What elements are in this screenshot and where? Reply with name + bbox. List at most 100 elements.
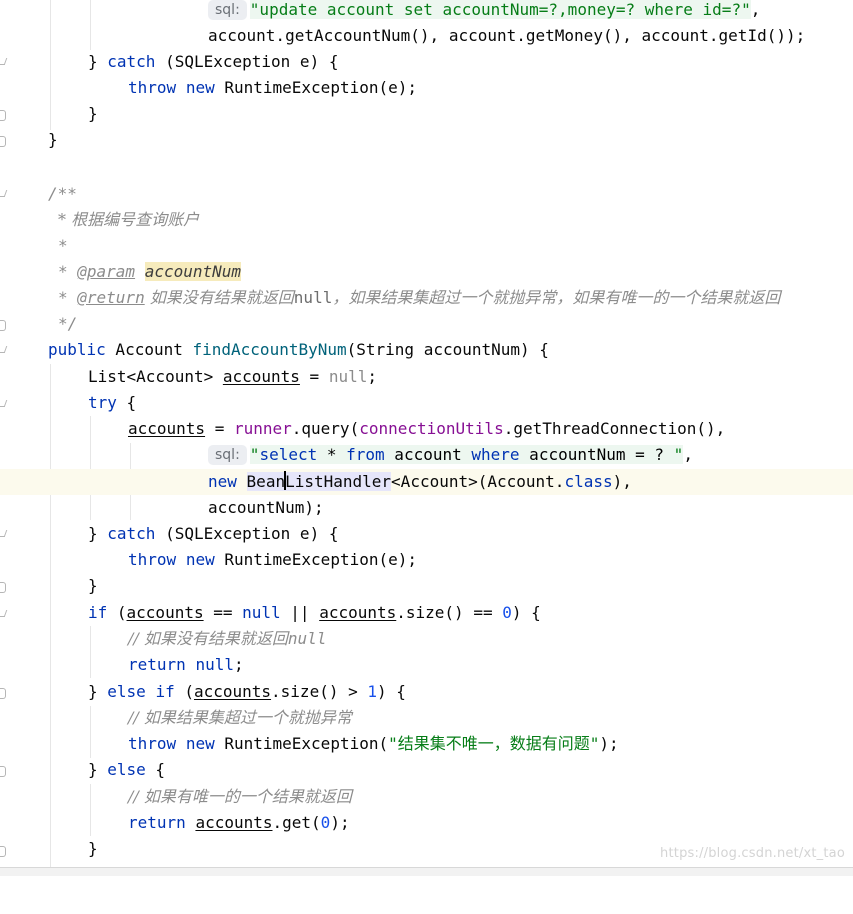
code-line[interactable]: // 如果有唯一的一个结果就返回 xyxy=(0,784,853,810)
current-line[interactable]: new BeanListHandler<Account>(Account.cla… xyxy=(0,469,853,495)
code-line[interactable]: public Account findAccountByNum(String a… xyxy=(0,337,853,363)
code-line[interactable]: throw new RuntimeException(e); xyxy=(0,547,853,573)
code-line[interactable]: * @return 如果没有结果就返回null，如果结果集超过一个就抛异常，如果… xyxy=(0,285,853,311)
code-text: ) { xyxy=(377,682,406,701)
code-text: .get( xyxy=(272,813,321,832)
code-text: ); xyxy=(599,734,619,753)
code-line[interactable]: } xyxy=(0,573,853,599)
number-literal: 0 xyxy=(502,603,512,622)
keyword: null xyxy=(242,603,281,622)
keyword: else xyxy=(107,760,146,779)
code-line[interactable]: throw new RuntimeException(e); xyxy=(0,75,853,101)
code-line[interactable]: try { xyxy=(0,390,853,416)
code-text: , xyxy=(750,0,761,19)
keyword: new xyxy=(208,472,237,491)
code-text: RuntimeException( xyxy=(214,734,389,753)
class-name: Bean xyxy=(246,472,286,491)
code-line[interactable]: * 根据编号查询账户 xyxy=(0,207,853,233)
doc-comment: * xyxy=(58,288,78,307)
code-text: RuntimeException(e); xyxy=(214,550,418,569)
code-line[interactable]: * @param accountNum xyxy=(0,259,853,285)
code-text: { xyxy=(145,760,166,779)
code-text: .getThreadConnection(), xyxy=(503,419,726,438)
code-line[interactable]: // 如果结果集超过一个就抛异常 xyxy=(0,705,853,731)
code-line[interactable]: } xyxy=(0,127,853,153)
javadoc-tag: @return xyxy=(77,288,145,307)
keyword: if xyxy=(88,603,108,622)
code-line[interactable]: } catch (SQLException e) { xyxy=(0,521,853,547)
code-line[interactable]: accounts = runner.query(connectionUtils.… xyxy=(0,416,853,442)
sql-string-literal: " xyxy=(673,445,684,464)
code-line[interactable]: return accounts.get(0); xyxy=(0,810,853,836)
sql-string-literal: "update account set accountNum=?,money=?… xyxy=(249,0,751,19)
variable: accounts xyxy=(126,603,204,622)
code-text: List<Account> xyxy=(88,367,223,386)
number-literal: 0 xyxy=(320,813,331,832)
code-line[interactable]: accountNum); xyxy=(0,495,853,521)
keyword: null xyxy=(195,655,234,674)
code-text: Account xyxy=(105,340,193,359)
code-line[interactable]: } else { xyxy=(0,757,853,783)
keyword: new xyxy=(185,78,215,97)
code-text: .query( xyxy=(291,419,360,438)
code-text: (SQLException e) { xyxy=(155,52,339,71)
code-line[interactable]: List<Account> accounts = null; xyxy=(0,364,853,390)
sql-keyword: from xyxy=(346,445,385,464)
code-text: RuntimeException(e); xyxy=(214,78,418,97)
code-text: } xyxy=(88,839,98,858)
method-name: findAccountByNum xyxy=(192,340,347,359)
code-line[interactable]: /** xyxy=(0,181,853,207)
code-text: account.getAccountNum(), account.getMone… xyxy=(208,26,806,45)
keyword: catch xyxy=(107,524,156,543)
keyword: new xyxy=(185,734,215,753)
line-comment: null xyxy=(287,629,327,648)
doc-comment: * xyxy=(58,262,78,281)
variable: accounts xyxy=(195,813,273,832)
keyword: throw xyxy=(128,550,177,569)
variable: accounts xyxy=(319,603,397,622)
keyword: if xyxy=(155,682,175,701)
code-text: (SQLException e) { xyxy=(155,524,339,543)
keyword: public xyxy=(48,340,106,359)
class-name: ListHandler xyxy=(285,472,392,491)
code-line[interactable]: account.getAccountNum(), account.getMone… xyxy=(0,23,853,49)
code-line[interactable]: } xyxy=(0,101,853,127)
keyword: return xyxy=(128,655,186,674)
code-line[interactable]: */ xyxy=(0,311,853,337)
string-literal: "结果集不唯一，数据有问题" xyxy=(388,734,600,753)
code-line[interactable]: * xyxy=(0,233,853,259)
code-text: = xyxy=(205,419,234,438)
doc-comment: ，如果结果集超过一个就抛异常，如果有唯一的一个结果就返回 xyxy=(332,288,781,307)
code-text: } xyxy=(88,576,98,595)
sql-string-literal: " xyxy=(249,445,260,464)
code-text: } xyxy=(88,104,98,123)
code-text: ), xyxy=(612,472,632,491)
code-text: ); xyxy=(330,813,350,832)
code-line[interactable]: throw new RuntimeException("结果集不唯一，数据有问题… xyxy=(0,731,853,757)
variable: accounts xyxy=(128,419,206,438)
doc-comment: 如果没有结果就返回 xyxy=(144,288,294,307)
doc-comment: * xyxy=(58,236,68,255)
code-text: == xyxy=(203,603,243,622)
sql-text: accountNum = ? xyxy=(519,445,674,464)
code-line[interactable]: if (accounts == null || accounts.size() … xyxy=(0,600,853,626)
javadoc-param-name: accountNum xyxy=(144,262,242,281)
doc-comment: * 根据编号查询账户 xyxy=(58,210,200,229)
code-line[interactable]: sql: "select * from account where account… xyxy=(0,442,853,468)
code-line[interactable]: sql: "update account set accountNum=?,mon… xyxy=(0,0,853,23)
sql-keyword: where xyxy=(471,445,520,464)
line-comment: // 如果有唯一的一个结果就返回 xyxy=(128,787,352,806)
field: runner xyxy=(233,419,292,438)
code-line[interactable]: return null; xyxy=(0,652,853,678)
code-editor[interactable]: sql: "update account set accountNum=?,mon… xyxy=(0,0,853,867)
variable: accounts xyxy=(222,367,300,386)
code-text: .size() == xyxy=(396,603,503,622)
code-line[interactable]: } catch (SQLException e) { xyxy=(0,49,853,75)
variable: accounts xyxy=(193,682,272,701)
code-line[interactable]: // 如果没有结果就返回null xyxy=(0,626,853,652)
code-text: ( xyxy=(107,603,127,622)
code-text: ; xyxy=(233,655,244,674)
code-text: , xyxy=(683,445,693,464)
code-line[interactable]: } else if (accounts.size() > 1) { xyxy=(0,679,853,705)
sql-text: account xyxy=(384,445,472,464)
